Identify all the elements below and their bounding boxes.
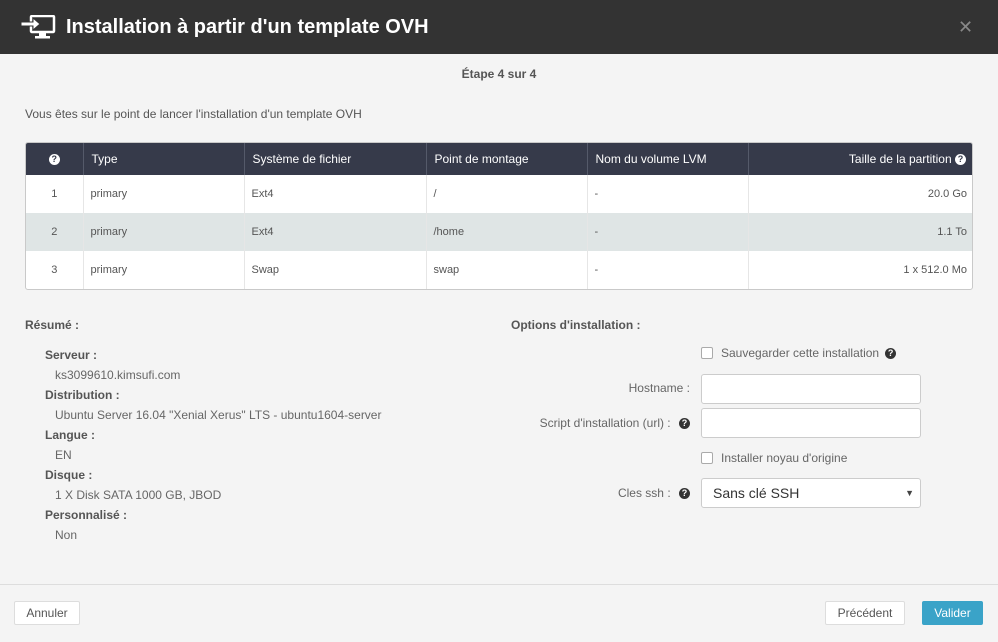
cell-index: 2 bbox=[26, 213, 84, 251]
table-header-mountpoint: Point de montage bbox=[426, 143, 588, 175]
intro-text: Vous êtes sur le point de lancer l'insta… bbox=[25, 107, 362, 121]
table-row: 2 primary Ext4 /home - 1.1 To bbox=[26, 213, 972, 251]
original-kernel-checkbox[interactable] bbox=[701, 452, 713, 464]
cell-filesystem: Ext4 bbox=[244, 213, 427, 251]
close-icon[interactable]: ✕ bbox=[958, 18, 973, 36]
cell-mountpoint: / bbox=[426, 175, 588, 213]
table-header-size: Taille de la partition ? bbox=[748, 143, 972, 175]
cell-lvm: - bbox=[587, 175, 749, 213]
modal-title: Installation à partir d'un template OVH bbox=[66, 16, 429, 38]
table-header-type: Type bbox=[83, 143, 245, 175]
help-icon[interactable]: ? bbox=[885, 347, 897, 359]
monitor-import-icon bbox=[20, 15, 56, 39]
cell-size: 1 x 512.0 Mo bbox=[903, 264, 967, 276]
caret-down-icon: ▼ bbox=[905, 488, 914, 498]
summary-custom-label: Personnalisé : bbox=[45, 508, 128, 522]
help-icon[interactable]: ? bbox=[679, 488, 690, 500]
summary-disk-value: 1 X Disk SATA 1000 GB, JBOD bbox=[55, 488, 222, 502]
summary-title: Résumé : bbox=[25, 318, 80, 332]
summary-custom-value: Non bbox=[55, 528, 78, 542]
original-kernel-option[interactable]: Installer noyau d'origine bbox=[701, 451, 847, 465]
cell-filesystem: Ext4 bbox=[244, 175, 427, 213]
table-row: 3 primary Swap swap - 1 x 512.0 Mo bbox=[26, 251, 972, 289]
summary-language-label: Langue : bbox=[45, 428, 95, 442]
save-install-checkbox[interactable] bbox=[701, 347, 713, 359]
script-label-wrap: Script d'installation (url) : ? bbox=[540, 416, 690, 430]
step-indicator: Étape 4 sur 4 bbox=[461, 67, 537, 81]
ssh-key-selected: Sans clé SSH bbox=[713, 485, 800, 501]
save-install-label: Sauvegarder cette installation bbox=[721, 346, 880, 360]
table-header-row: ? Type Système de fichier Point de monta… bbox=[26, 143, 972, 175]
cell-type: primary bbox=[83, 175, 245, 213]
partition-table: ? Type Système de fichier Point de monta… bbox=[25, 142, 973, 290]
help-icon[interactable]: ? bbox=[48, 154, 60, 166]
options-title: Options d'installation : bbox=[511, 318, 641, 332]
modal-footer: Annuler Précédent Valider bbox=[0, 584, 998, 642]
cell-filesystem: Swap bbox=[244, 251, 427, 289]
hostname-input[interactable] bbox=[701, 374, 921, 404]
script-url-input[interactable] bbox=[701, 408, 921, 438]
validate-button[interactable]: Valider bbox=[922, 601, 983, 625]
summary-language-value: EN bbox=[55, 448, 72, 462]
cell-mountpoint: /home bbox=[426, 213, 588, 251]
help-icon[interactable]: ? bbox=[955, 154, 966, 166]
help-icon[interactable]: ? bbox=[679, 418, 690, 430]
cell-index: 1 bbox=[26, 175, 84, 213]
summary-distribution-label: Distribution : bbox=[45, 388, 120, 402]
previous-button[interactable]: Précédent bbox=[825, 601, 905, 625]
summary-disk-label: Disque : bbox=[45, 468, 93, 482]
original-kernel-label: Installer noyau d'origine bbox=[721, 451, 848, 465]
summary-server-value: ks3099610.kimsufi.com bbox=[55, 368, 181, 382]
ssh-label: Cles ssh : bbox=[617, 486, 671, 500]
table-header-help[interactable]: ? bbox=[26, 143, 84, 175]
cell-size: 1.1 To bbox=[937, 226, 967, 238]
cell-type: primary bbox=[83, 251, 245, 289]
ssh-key-select[interactable]: Sans clé SSH ▼ bbox=[701, 478, 921, 508]
save-install-option[interactable]: Sauvegarder cette installation ? bbox=[701, 346, 897, 360]
summary-server-label: Serveur : bbox=[45, 348, 98, 362]
table-row: 1 primary Ext4 / - 20.0 Go bbox=[26, 175, 972, 213]
cell-lvm: - bbox=[587, 213, 749, 251]
modal-header: Installation à partir d'un template OVH … bbox=[0, 0, 998, 54]
cell-type: primary bbox=[83, 213, 245, 251]
hostname-label: Hostname : bbox=[628, 381, 690, 395]
summary-distribution-value: Ubuntu Server 16.04 "Xenial Xerus" LTS -… bbox=[55, 408, 382, 422]
ssh-label-wrap: Cles ssh : ? bbox=[618, 486, 690, 500]
table-header-lvm: Nom du volume LVM bbox=[587, 143, 749, 175]
cell-index: 3 bbox=[26, 251, 84, 289]
script-label: Script d'installation (url) : bbox=[539, 416, 671, 430]
cancel-button[interactable]: Annuler bbox=[14, 601, 80, 625]
table-header-filesystem: Système de fichier bbox=[244, 143, 427, 175]
cell-lvm: - bbox=[587, 251, 749, 289]
cell-size: 20.0 Go bbox=[927, 188, 967, 200]
cell-mountpoint: swap bbox=[426, 251, 588, 289]
